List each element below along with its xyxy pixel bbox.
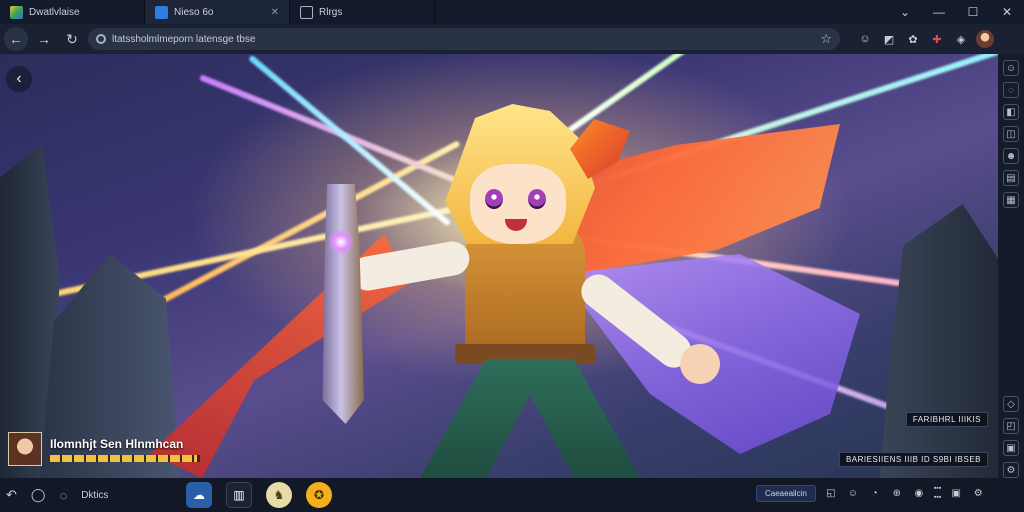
blue-app-icon [155, 5, 168, 19]
page-icon [300, 5, 313, 19]
maximize-icon[interactable]: ☐ [956, 0, 990, 24]
chat-icon[interactable]: ◯ [31, 487, 46, 503]
sidebar-icon-5[interactable]: ☻ [1003, 148, 1019, 164]
extension-icon-3[interactable]: ✿ [904, 30, 922, 48]
window-controls: ⌄ — ☐ ✕ [888, 0, 1024, 24]
dropdown-icon[interactable]: ⌄ [888, 0, 922, 24]
sidebar-spacer [1003, 214, 1019, 390]
close-tab-icon[interactable]: ✕ [271, 7, 279, 18]
minimize-icon[interactable]: — [922, 0, 956, 24]
hero-eye-right [528, 189, 546, 209]
game-back-button[interactable]: ‹ [6, 66, 32, 92]
tab-3[interactable]: Rlrgs [290, 0, 435, 24]
player-portrait[interactable] [8, 432, 42, 466]
extensions: ☺ ◩ ✿ ✚ ◈ [856, 30, 994, 48]
tab-1-label: Dwatlvlaise [29, 6, 80, 18]
sword [322, 184, 364, 424]
stat-panel-bottom: BARIESIIENS IIIB ID S9BI IBSEB [838, 452, 988, 467]
app-icon [10, 5, 23, 19]
hero-face [470, 164, 566, 244]
stat-panel-top: FARIBHRL IIIKIS [905, 412, 988, 427]
shield-icon[interactable]: ◈ [952, 30, 970, 48]
tab-2[interactable]: Nieso 6o ✕ [145, 0, 290, 24]
tab-1[interactable]: Dwatlvlaise [0, 0, 145, 24]
profile-avatar[interactable] [976, 30, 994, 48]
sidebar-icon-6[interactable]: ▤ [1003, 170, 1019, 186]
close-window-icon[interactable]: ✕ [990, 0, 1024, 24]
sidebar-icon-11[interactable]: ⚙ [1003, 462, 1019, 478]
hero-eye-left [485, 189, 503, 209]
hero-torso [465, 224, 585, 364]
star-app-icon[interactable]: ✪ [306, 482, 332, 508]
reload-icon[interactable]: ↻ [60, 27, 84, 51]
tray-icon-3[interactable]: ◔ [868, 486, 882, 500]
hero-fist [680, 344, 720, 384]
taskbar-left: ↶ ◯ ◌ Dktics [6, 487, 108, 503]
tray-icon-1[interactable]: ◱ [824, 486, 838, 500]
extension-icon-2[interactable]: ◩ [880, 30, 898, 48]
sidebar-icon-2[interactable]: ◌ [1003, 82, 1019, 98]
sword-gem [328, 229, 354, 255]
extension-icon-1[interactable]: ☺ [856, 30, 874, 48]
sidebar-icon-4[interactable]: ◫ [1003, 126, 1019, 142]
tab-3-label: Rlrgs [319, 6, 343, 18]
undo-icon[interactable]: ↶ [6, 487, 17, 503]
sidebar-icon-7[interactable]: ▦ [1003, 192, 1019, 208]
hero-arm-left [347, 238, 473, 294]
forward-icon[interactable]: → [32, 27, 56, 51]
taskbar: ↶ ◯ ◌ Dktics ☁ ▥ ♞ ✪ Caeaeailcin ◱ ☺ ◔ ⊕… [0, 478, 1024, 512]
clock: ▪▪▪ ▪▪▪ [933, 485, 942, 501]
extension-icon-4[interactable]: ✚ [928, 30, 946, 48]
tray-icon-5[interactable]: ◉ [912, 486, 926, 500]
browser-toolbar: ← → ↻ ltatssholmlmeporn latensge tbse ☆ … [0, 24, 1024, 54]
right-sidebar: ☺ ◌ ◧ ◫ ☻ ▤ ▦ ◇ ◰ ▣ ⚙ [998, 54, 1024, 478]
game-viewport[interactable]: ‹ Ilomnhjt Sen Hlnmhcan FARIBHRL IIIKIS … [0, 54, 998, 478]
player-hud: Ilomnhjt Sen Hlnmhcan [8, 432, 200, 466]
cloud-app-icon[interactable]: ☁ [186, 482, 212, 508]
terminal-app-icon[interactable]: ▥ [226, 482, 252, 508]
system-tray: Caeaeailcin ◱ ☺ ◔ ⊕ ◉ ▪▪▪ ▪▪▪ ▣ ⚙ [756, 484, 985, 502]
tray-icon-4[interactable]: ⊕ [890, 486, 904, 500]
taskbar-apps: ☁ ▥ ♞ ✪ [186, 482, 332, 508]
site-info-icon[interactable] [96, 34, 106, 44]
hero-legs [420, 359, 640, 478]
address-bar[interactable]: ltatssholmlmeporn latensge tbse ☆ [88, 28, 840, 50]
bookmark-star-icon[interactable]: ☆ [820, 31, 832, 47]
taskbar-label[interactable]: Dktics [81, 490, 108, 501]
sidebar-icon-10[interactable]: ▣ [1003, 440, 1019, 456]
tab-2-label: Nieso 6o [174, 6, 214, 18]
notification-icon[interactable]: ▣ [949, 486, 963, 500]
game-app-icon[interactable]: ♞ [266, 482, 292, 508]
tab-strip: Dwatlvlaise Nieso 6o ✕ Rlrgs ⌄ — ☐ ✕ [0, 0, 1024, 24]
sidebar-icon-9[interactable]: ◰ [1003, 418, 1019, 434]
tray-icon-2[interactable]: ☺ [846, 486, 860, 500]
settings-icon[interactable]: ⚙ [971, 486, 985, 500]
url-text: ltatssholmlmeporn latensge tbse [112, 33, 256, 45]
sidebar-icon-1[interactable]: ☺ [1003, 60, 1019, 76]
back-icon[interactable]: ← [4, 27, 28, 51]
sidebar-icon-8[interactable]: ◇ [1003, 396, 1019, 412]
sidebar-icon-3[interactable]: ◧ [1003, 104, 1019, 120]
tray-pill[interactable]: Caeaeailcin [756, 484, 816, 502]
player-name: Ilomnhjt Sen Hlnmhcan [50, 436, 184, 451]
comment-icon[interactable]: ◌ [59, 488, 67, 503]
hero-character [150, 54, 860, 478]
rock-right [880, 204, 998, 478]
player-hp-bar [50, 454, 200, 462]
